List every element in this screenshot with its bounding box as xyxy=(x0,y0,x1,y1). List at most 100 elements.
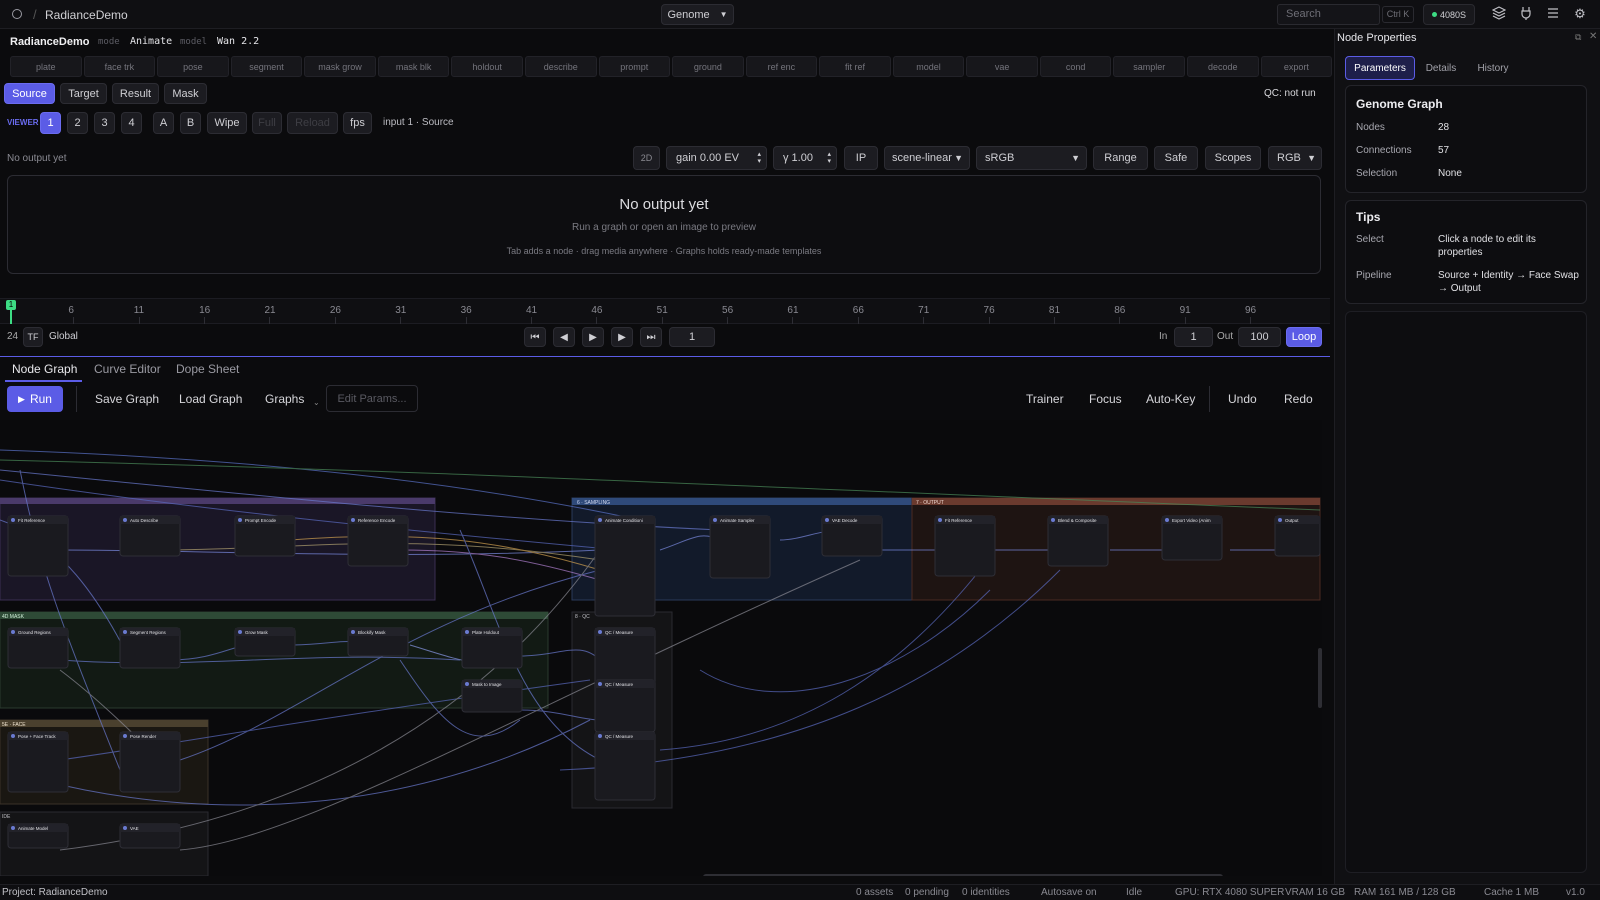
in-point-input[interactable]: 1 xyxy=(1174,327,1213,347)
graph-node[interactable]: VAE Decode xyxy=(821,515,883,557)
timeline-ruler[interactable]: 6 11 16 21 26 31 36 41 46 51 56 61 66 71 76 81 86 91 96 xyxy=(0,298,1330,324)
stage-button[interactable]: face trk xyxy=(83,56,156,77)
viewer-slot-4[interactable]: 4 xyxy=(121,112,142,134)
tab-result[interactable]: Result xyxy=(112,83,159,104)
layers-icon[interactable] xyxy=(1491,6,1507,22)
graph-node[interactable]: Animate Model xyxy=(7,823,69,849)
viewer-slot-3[interactable]: 3 xyxy=(94,112,115,134)
stage-button[interactable]: sampler xyxy=(1113,56,1185,77)
undo-button[interactable]: Undo xyxy=(1228,392,1257,406)
go-to-start-icon[interactable]: ⏮ xyxy=(524,327,546,347)
graph-node[interactable]: QC / Measure xyxy=(594,731,656,801)
search-input[interactable]: Search xyxy=(1277,4,1380,25)
stage-button[interactable]: ref enc xyxy=(745,56,818,77)
save-graph-button[interactable]: Save Graph xyxy=(95,392,159,406)
stage-button[interactable]: mask grow xyxy=(304,56,376,77)
safe-button[interactable]: Safe xyxy=(1154,146,1198,170)
plug-icon[interactable] xyxy=(1518,6,1534,22)
colorspace-select[interactable]: scene-linear ▼ xyxy=(884,146,970,170)
range-button[interactable]: Range xyxy=(1093,146,1148,170)
tf-toggle[interactable]: TF xyxy=(23,327,43,347)
graph-node[interactable]: Auto Describe xyxy=(119,515,181,557)
graph-node[interactable]: Reference Encode xyxy=(347,515,409,567)
stage-button[interactable]: ground xyxy=(672,56,744,77)
genome-select[interactable]: Genome ▼ xyxy=(661,4,734,25)
gpu-status-chip[interactable]: 4080S xyxy=(1423,4,1475,25)
full-button[interactable]: Full xyxy=(252,112,282,134)
stage-button[interactable]: describe xyxy=(524,56,597,77)
tab-details[interactable]: Details xyxy=(1421,56,1461,80)
display-select[interactable]: sRGB ▼ xyxy=(976,146,1087,170)
auto-key-button[interactable]: Auto-Key xyxy=(1146,392,1195,406)
play-icon[interactable]: ▶ xyxy=(582,327,604,347)
reload-button[interactable]: Reload xyxy=(287,112,338,134)
graph-node[interactable]: Ground Regions xyxy=(7,627,69,669)
gear-icon[interactable]: ⚙ xyxy=(1572,6,1588,22)
graph-node[interactable]: Segment Regions xyxy=(119,627,181,669)
playhead-marker[interactable]: 1 xyxy=(6,300,16,310)
fps-button[interactable]: fps xyxy=(343,112,372,134)
graph-node[interactable]: Export Video (Anim xyxy=(1161,515,1223,561)
horizontal-scrollbar[interactable] xyxy=(703,874,1223,876)
graph-node[interactable]: Blend & Composite xyxy=(1047,515,1109,567)
stage-button[interactable]: decode xyxy=(1187,56,1259,77)
graph-node[interactable]: Grow Mask xyxy=(234,627,296,657)
graph-node[interactable]: QC / Measure xyxy=(594,627,656,685)
current-frame-input[interactable]: 1 xyxy=(669,327,715,347)
popout-icon[interactable]: ⧉ xyxy=(1575,32,1581,43)
close-icon[interactable]: ✕ xyxy=(1589,31,1597,42)
stage-button[interactable]: vae xyxy=(966,56,1038,77)
ip-button[interactable]: IP xyxy=(844,146,878,170)
tab-curve-editor[interactable]: Curve Editor xyxy=(94,362,161,376)
graph-node[interactable]: Mask to Image xyxy=(461,679,523,713)
viewer-slot-2[interactable]: 2 xyxy=(67,112,88,134)
graphs-menu-button[interactable]: Graphs xyxy=(265,392,304,406)
stage-button[interactable]: export xyxy=(1260,56,1333,77)
graph-node[interactable]: VAE xyxy=(119,823,181,849)
edit-params-button[interactable]: Edit Params... xyxy=(326,385,418,412)
tab-mask[interactable]: Mask xyxy=(164,83,207,104)
tab-dope-sheet[interactable]: Dope Sheet xyxy=(176,362,239,376)
preview-viewport[interactable]: No output yet Run a graph or open an ima… xyxy=(7,175,1321,274)
stage-button[interactable]: cond xyxy=(1039,56,1112,77)
step-forward-icon[interactable]: ▶ xyxy=(611,327,633,347)
load-graph-button[interactable]: Load Graph xyxy=(179,392,242,406)
graph-node[interactable]: Pose + Face Track xyxy=(7,731,69,793)
vertical-scrollbar[interactable] xyxy=(1318,648,1322,708)
go-to-end-icon[interactable]: ⏭ xyxy=(640,327,662,347)
graph-node[interactable]: Animate Sampler xyxy=(709,515,771,579)
trainer-button[interactable]: Trainer xyxy=(1026,392,1064,406)
tab-target[interactable]: Target xyxy=(60,83,107,104)
node-graph-canvas[interactable]: 6 · SAMPLING 7 · OUTPUT 4D MASK 8 · QC 5… xyxy=(0,420,1322,876)
stage-button[interactable]: pose xyxy=(157,56,229,77)
stage-button[interactable]: prompt xyxy=(598,56,671,77)
viewer-slot-1[interactable]: 1 xyxy=(40,112,61,134)
run-button[interactable]: ▶ Run xyxy=(7,386,63,412)
stage-button[interactable]: plate xyxy=(10,56,82,77)
tab-history[interactable]: History xyxy=(1473,56,1513,80)
graph-node[interactable]: Pose Render xyxy=(119,731,181,793)
graph-node[interactable]: Blockify Mask xyxy=(347,627,409,657)
focus-button[interactable]: Focus xyxy=(1089,392,1122,406)
gain-stepper[interactable]: gain 0.00 EV ▴ ▾ xyxy=(666,146,767,170)
stage-button[interactable]: holdout xyxy=(451,56,523,77)
compare-a-button[interactable]: A xyxy=(153,112,174,134)
graph-node[interactable]: Plate Holdout xyxy=(461,627,523,669)
graph-node[interactable]: Output xyxy=(1274,515,1321,557)
out-point-input[interactable]: 100 xyxy=(1238,327,1281,347)
redo-button[interactable]: Redo xyxy=(1284,392,1313,406)
tab-node-graph[interactable]: Node Graph xyxy=(12,362,77,376)
channel-select[interactable]: RGB ▼ xyxy=(1268,146,1322,170)
graph-node[interactable]: QC / Measure xyxy=(594,679,656,733)
stage-button[interactable]: mask blk xyxy=(377,56,450,77)
loop-toggle[interactable]: Loop xyxy=(1286,327,1322,347)
dim-toggle[interactable]: 2D xyxy=(633,146,660,170)
scopes-button[interactable]: Scopes xyxy=(1205,146,1261,170)
tab-source[interactable]: Source xyxy=(4,83,55,104)
stage-button[interactable]: segment xyxy=(230,56,303,77)
graph-node[interactable]: Fit Reference xyxy=(7,515,69,577)
graph-node[interactable]: Prompt Encode xyxy=(234,515,296,557)
scope-label[interactable]: Global xyxy=(49,331,78,342)
step-back-icon[interactable]: ◀ xyxy=(553,327,575,347)
gamma-stepper[interactable]: γ 1.00 ▴ ▾ xyxy=(773,146,837,170)
